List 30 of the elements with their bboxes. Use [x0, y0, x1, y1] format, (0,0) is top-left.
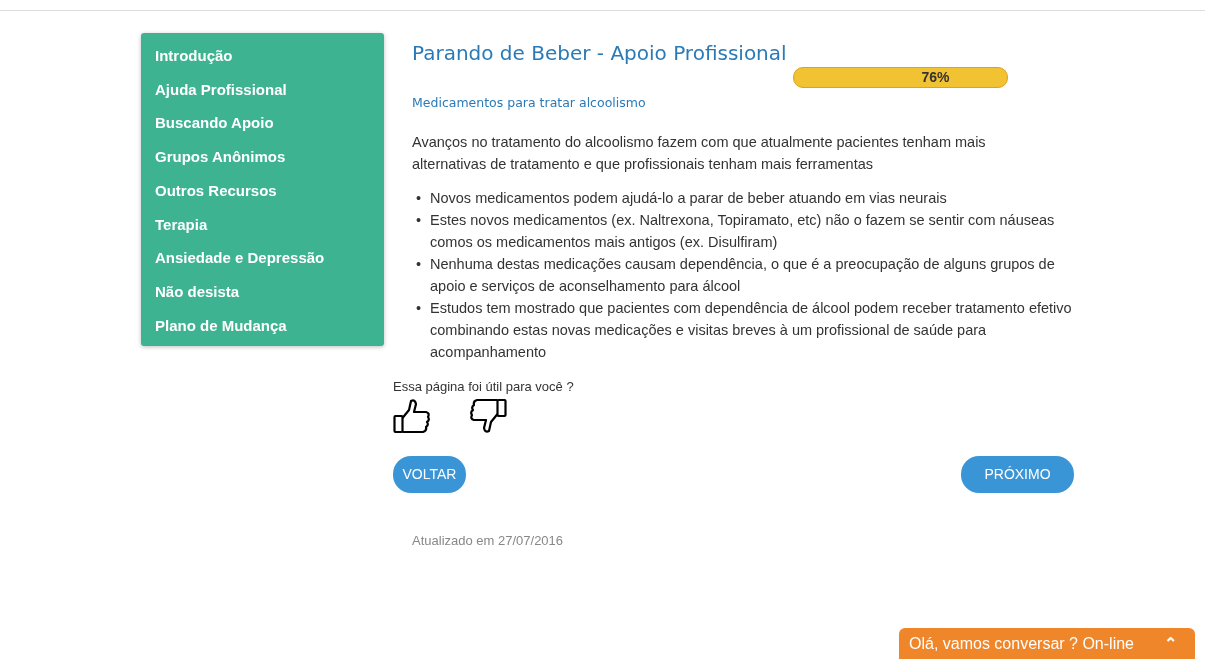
progress-badge: 76%: [793, 67, 1008, 88]
chat-bar[interactable]: Olá, vamos conversar ? On-line ⌃: [899, 628, 1195, 659]
bullet-text: Estes novos medicamentos (ex. Naltrexona, Topiramato, etc) não o fazem se sentir com náuseas comos os medicamentos mais antigos (ex. Disulfiram): [430, 210, 1056, 252]
intro-paragraph: Avanços no tratamento do alcoolismo fazem com que atualmente pacientes tenham mais alternativas de tratamento e que profissionais tenham mais ferramentas: [412, 132, 987, 174]
next-button[interactable]: PRÓXIMO: [961, 456, 1074, 494]
sidebar-item[interactable]: Não desista: [155, 274, 384, 309]
thumbs-up-icon[interactable]: [393, 398, 431, 435]
bullet-marker: •: [415, 210, 423, 230]
bullet-text: Novos medicamentos podem ajudá-lo a parar de beber atuando em vias neurais: [430, 188, 947, 208]
sidebar-item[interactable]: Introdução: [155, 39, 384, 73]
chat-label: Olá, vamos conversar ? On-line: [909, 633, 1134, 654]
expand-icon[interactable]: ⌃: [1164, 631, 1177, 656]
thumbs-down-icon[interactable]: [469, 398, 507, 435]
feedback-question: Essa página foi útil para você ?: [393, 377, 575, 396]
sidebar-item[interactable]: Terapia: [155, 207, 384, 242]
bullet-marker: •: [415, 298, 423, 318]
sidebar-item[interactable]: Grupos Anônimos: [155, 140, 384, 174]
bullet-marker: •: [415, 188, 423, 208]
bullet-text: Nenhuma destas medicações causam dependência, o que é a preocupação de alguns grupos de apoio e serviços de aconselhamento para álcool: [430, 254, 1056, 296]
sidebar-item[interactable]: Buscando Apoio: [155, 106, 384, 141]
bullet-text: Estudos tem mostrado que pacientes com dependência de álcool podem receber tratamento efetivo combinando estas novas medicações e visitas breves à um profissional de saúde para acompanhamento: [430, 298, 1073, 362]
bullet-marker: •: [415, 254, 423, 274]
updated-date: Atualizado em 27/07/2016: [412, 532, 565, 551]
sidebar-item[interactable]: Plano de Mudança: [155, 308, 384, 343]
sidebar-item[interactable]: Ajuda Profissional: [155, 72, 384, 107]
back-button[interactable]: VOLTAR: [393, 456, 466, 494]
sidebar-item[interactable]: Outros Recursos: [155, 173, 384, 208]
page-title: Parando de Beber - Apoio Profissional: [412, 41, 788, 65]
section-subtitle: Medicamentos para tratar alcoolismo: [412, 94, 647, 112]
sidebar-item[interactable]: Ansiedade e Depressão: [155, 241, 384, 275]
